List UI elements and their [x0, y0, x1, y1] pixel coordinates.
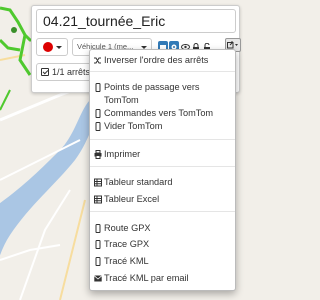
mobile-icon	[95, 240, 101, 249]
export-menu: Inverser l'ordre des arrêts Points de pa…	[89, 49, 236, 291]
menu-item-route-gpx[interactable]: Route GPX	[90, 222, 235, 235]
check-icon	[41, 68, 49, 76]
menu-item-label: Tableur Excel	[104, 194, 160, 204]
menu-item-orders-tomtom[interactable]: Commandes vers TomTom	[90, 107, 235, 120]
menu-item-print[interactable]: Imprimer	[90, 148, 235, 161]
menu-divider	[90, 211, 235, 212]
color-dot-icon	[42, 42, 53, 52]
mobile-icon	[95, 224, 101, 233]
menu-item-label-line2: TomTom	[104, 95, 139, 105]
menu-divider	[90, 139, 235, 140]
mobile-icon	[95, 109, 101, 118]
menu-item-waypoints-tomtom[interactable]: Points de passage vers TomTom	[90, 81, 235, 107]
menu-item-label: Route GPX	[104, 223, 151, 233]
menu-item-label: Points de passage vers	[104, 82, 200, 92]
menu-item-label: Tracé KML par email	[104, 273, 189, 283]
menu-item-empty-tomtom[interactable]: Vider TomTom	[90, 120, 235, 133]
menu-item-table-excel[interactable]: Tableur Excel	[90, 193, 235, 206]
caret-down-icon	[55, 45, 62, 49]
table-icon	[94, 195, 102, 204]
menu-item-label: Inverser l'ordre des arrêts	[104, 55, 209, 65]
export-icon	[227, 41, 238, 49]
print-icon	[94, 150, 102, 159]
menu-item-table-standard[interactable]: Tableur standard	[90, 176, 235, 189]
menu-item-label: Imprimer	[104, 149, 141, 159]
envelope-icon	[94, 275, 102, 282]
menu-item-label: Trace GPX	[104, 239, 150, 249]
menu-item-label: Commandes vers TomTom	[104, 108, 214, 118]
stops-label: 1/1 arrêts	[52, 67, 91, 77]
mobile-icon	[95, 122, 101, 131]
menu-item-trace-gpx[interactable]: Trace GPX	[90, 238, 235, 251]
shuffle-icon	[94, 57, 101, 64]
menu-item-label: Tableur standard	[104, 177, 173, 187]
menu-item-label: Vider TomTom	[104, 121, 163, 131]
menu-item-label: Tracé KML	[104, 256, 149, 266]
menu-item-trace-kml-email[interactable]: Tracé KML par email	[90, 272, 235, 285]
menu-item-reverse[interactable]: Inverser l'ordre des arrêts	[90, 54, 235, 67]
menu-divider	[90, 166, 235, 167]
menu-item-trace-kml[interactable]: Tracé KML	[90, 255, 235, 268]
mobile-icon	[95, 83, 101, 92]
mobile-icon	[95, 257, 101, 266]
route-title-input[interactable]: 04.21_tournée_Eric	[36, 9, 236, 33]
table-icon	[94, 178, 102, 187]
route-color-button[interactable]	[36, 38, 68, 56]
menu-divider	[90, 71, 235, 72]
